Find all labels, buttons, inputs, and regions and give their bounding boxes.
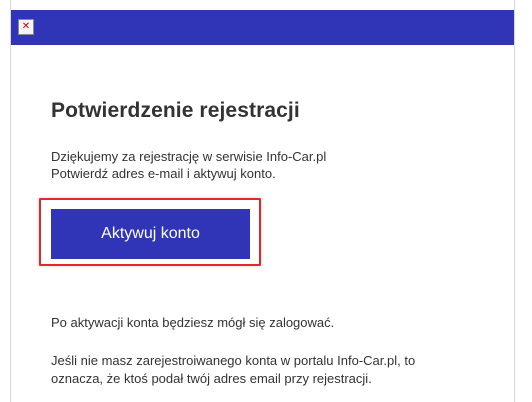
warning-text: Jeśli nie masz zarejestroiwanego konta w… [51, 352, 415, 388]
warning-line-2: oznacza, że ktoś podał twój adres email … [51, 371, 372, 386]
intro-line-2: Potwierdź adres e-mail i aktywuj konto. [51, 166, 276, 181]
broken-image-icon: ✕ [18, 19, 34, 35]
after-activation-note: Po aktywacji konta będziesz mógł się zal… [51, 315, 335, 330]
warning-line-1: Jeśli nie masz zarejestroiwanego konta w… [51, 353, 416, 368]
email-title: Potwierdzenie rejestracji [51, 99, 300, 122]
email-frame: ✕ Potwierdzenie rejestracji Dziękujemy z… [10, 0, 515, 402]
intro-line-1: Dziękujemy za rejestrację w serwisie Inf… [51, 149, 327, 164]
close-x-glyph: ✕ [21, 21, 31, 32]
header-bar: ✕ [11, 10, 514, 45]
activate-account-button[interactable]: Aktywuj konto [51, 209, 250, 259]
intro-text: Dziękujemy za rejestrację w serwisie Inf… [51, 148, 326, 182]
